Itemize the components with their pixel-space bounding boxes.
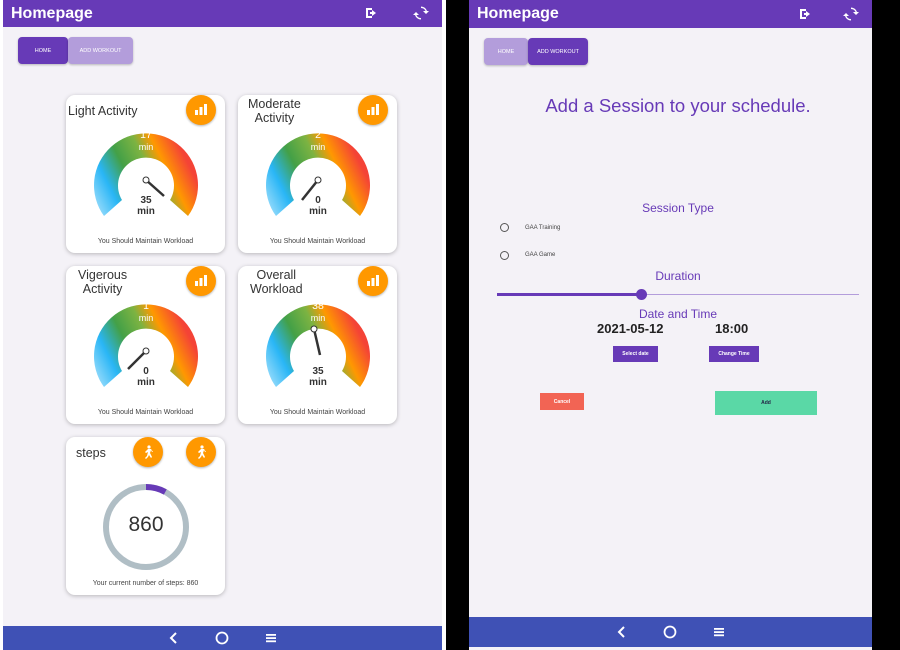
steps-footer: Your current number of steps: 860: [92, 580, 199, 587]
steps-card: steps 860 Your current number of steps: …: [66, 437, 225, 595]
bar-chart-icon: [195, 104, 207, 115]
card-footer: You Should Maintain Workload: [269, 409, 366, 416]
back-icon[interactable]: [617, 626, 627, 638]
card-footer: You Should Maintain Workload: [97, 238, 194, 245]
select-date-button[interactable]: Select date: [613, 346, 658, 362]
logout-icon[interactable]: [797, 6, 813, 22]
gauge-value-unit: min: [310, 142, 326, 152]
tab-home[interactable]: HOME: [484, 38, 528, 65]
gauge-target: 0: [315, 195, 321, 206]
duration-slider-thumb[interactable]: [636, 289, 648, 300]
back-icon[interactable]: [169, 632, 179, 644]
gauge-value-unit: min: [138, 313, 154, 323]
gauge-value: 2: [315, 129, 321, 141]
gauge-value-unit: min: [310, 313, 326, 323]
duration-label: Duration: [655, 269, 701, 283]
card-title-line2: Activity: [82, 282, 123, 296]
app-title: Homepage: [477, 5, 559, 22]
card-title: Overall Workload: [250, 268, 303, 296]
gauge-target-unit: min: [309, 377, 327, 388]
steps-walk-button[interactable]: [133, 437, 163, 467]
chart-button[interactable]: [358, 95, 388, 125]
card-footer: You Should Maintain Workload: [97, 409, 194, 416]
card-title: Moderate Activity: [248, 97, 301, 125]
gauge-target-unit: min: [309, 206, 327, 217]
gauge-target: 35: [140, 195, 152, 206]
selected-time: 18:00: [715, 321, 749, 336]
steps-title: steps: [76, 446, 106, 460]
gauge-value-unit: min: [138, 142, 154, 152]
radio-gaa-game[interactable]: [500, 251, 509, 260]
change-time-button[interactable]: Change Time: [709, 346, 759, 362]
gauge-target-unit: min: [137, 377, 155, 388]
gauge-value: 38: [312, 300, 324, 312]
gauge-value: 17: [140, 129, 152, 141]
steps-run-button[interactable]: [186, 437, 216, 467]
bar-chart-icon: [367, 275, 379, 286]
add-button[interactable]: Add: [715, 391, 817, 415]
system-nav-bar: [3, 626, 442, 650]
logout-icon[interactable]: [363, 5, 379, 21]
refresh-icon[interactable]: [843, 6, 859, 22]
app-title: Homepage: [11, 4, 93, 22]
session-type-label: Session Type: [642, 201, 714, 215]
card-title-line2: Activity: [254, 111, 295, 125]
cancel-button[interactable]: Cancel: [540, 393, 584, 410]
tab-home[interactable]: HOME: [18, 37, 68, 64]
walking-icon: [198, 445, 206, 459]
card-title-line1: Light Activity: [68, 104, 138, 118]
gauge-target-unit: min: [137, 206, 155, 217]
light-activity-card: Light Activity 17 min 35 min You Should …: [66, 95, 225, 253]
tab-add-workout[interactable]: ADD WORKOUT: [68, 37, 133, 64]
menu-icon[interactable]: [265, 632, 277, 644]
menu-icon[interactable]: [713, 626, 725, 638]
left-screen: Homepage HOME ADD WORKOUT Light Activity…: [3, 0, 442, 650]
chart-button[interactable]: [186, 95, 216, 125]
radio-gaa-training[interactable]: [500, 223, 509, 232]
card-title-line1: Moderate: [248, 97, 301, 111]
app-bar: Homepage: [469, 0, 872, 28]
home-circle-icon[interactable]: [663, 625, 677, 639]
home-circle-icon[interactable]: [215, 631, 229, 645]
radio-label-gaa-training: GAA Training: [525, 225, 561, 231]
radio-label-gaa-game: GAA Game: [525, 252, 556, 258]
card-title-line2: Workload: [250, 282, 303, 296]
overall-workload-card: Overall Workload 38 min 35 min You Shoul…: [238, 266, 397, 424]
card-footer: You Should Maintain Workload: [269, 238, 366, 245]
right-screen: Homepage HOME ADD WORKOUT Add a Session …: [469, 0, 872, 650]
gauge-target: 35: [312, 366, 324, 377]
selected-date: 2021-05-12: [597, 321, 664, 336]
card-title: Light Activity: [68, 104, 137, 118]
vigerous-activity-card: Vigerous Activity 1 min 0 min You Should…: [66, 266, 225, 424]
moderate-activity-card: Moderate Activity 2 min 0 min You Should…: [238, 95, 397, 253]
tab-add-workout[interactable]: ADD WORKOUT: [528, 38, 588, 65]
card-title: Vigerous Activity: [78, 268, 127, 296]
bar-chart-icon: [195, 275, 207, 286]
card-title-line1: Overall: [256, 268, 297, 282]
refresh-icon[interactable]: [413, 5, 429, 21]
steps-count: 860: [128, 513, 164, 536]
duration-slider-fill: [497, 293, 642, 296]
chart-button[interactable]: [186, 266, 216, 296]
chart-button[interactable]: [358, 266, 388, 296]
bar-chart-icon: [367, 104, 379, 115]
page-heading: Add a Session to your schedule.: [545, 95, 811, 116]
system-nav-bar: [469, 617, 872, 647]
date-time-label: Date and Time: [638, 307, 718, 321]
gauge-value: 1: [143, 300, 149, 312]
walking-icon: [145, 445, 153, 459]
gauge-target: 0: [143, 366, 149, 377]
card-title-line1: Vigerous: [78, 268, 128, 282]
app-bar: Homepage: [3, 0, 442, 27]
